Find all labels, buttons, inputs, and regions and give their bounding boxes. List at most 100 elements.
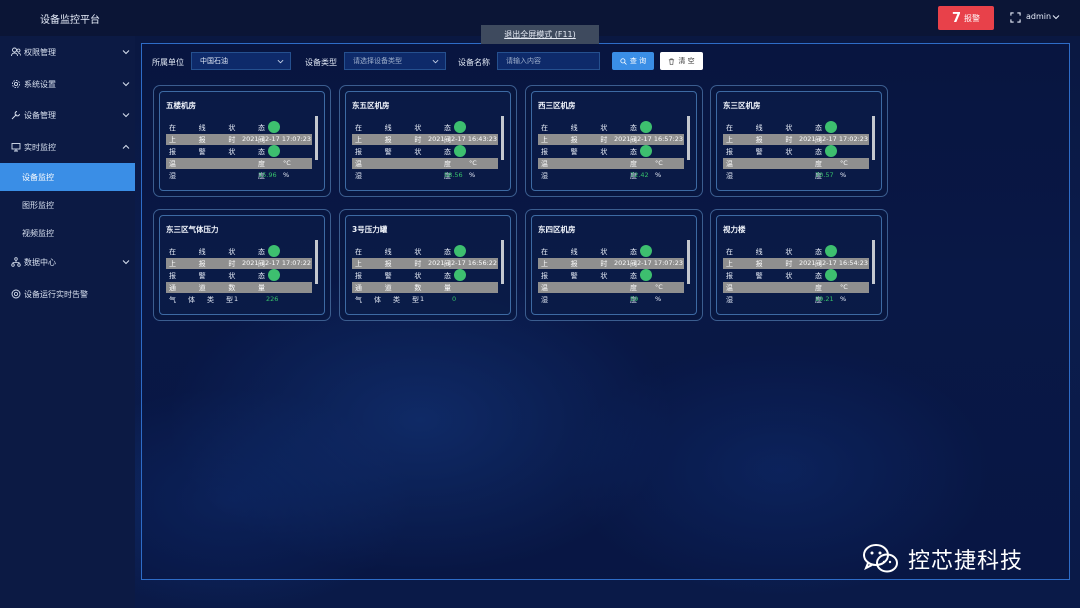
row-label-char: 数 — [228, 284, 236, 292]
humidity-row: 湿度 19.21% — [723, 294, 869, 305]
card-scrollbar[interactable] — [687, 116, 690, 160]
chevron-down-icon[interactable] — [1052, 13, 1060, 21]
row-label-char: 通 — [355, 284, 362, 292]
row-label-char: 状 — [600, 272, 608, 280]
row-label-char: 上 — [169, 260, 176, 268]
sidebar-item-system-settings[interactable]: 系统设置 — [0, 70, 135, 98]
row-label-char: 报 — [755, 136, 763, 144]
row-label: 报警状态 — [355, 271, 451, 281]
alarm-button[interactable]: 7 报警 — [938, 6, 994, 30]
card-scrollbar[interactable] — [315, 240, 318, 284]
network-icon — [11, 257, 21, 267]
trash-icon — [669, 58, 675, 65]
device-card[interactable]: 东五区机房在线状态上报时间 2021-12-17 16:43:23 报警状态温度 °C… — [339, 85, 517, 197]
sidebar-item-permissions[interactable]: 权限管理 — [0, 38, 135, 66]
humidity-value: 59 — [630, 295, 639, 303]
row-label: 湿度 — [726, 171, 822, 181]
row-label-char: 在 — [726, 124, 733, 132]
user-name[interactable]: admin — [1026, 12, 1051, 21]
alarm-status-indicator — [268, 145, 280, 157]
row-label-char: 状 — [228, 272, 236, 280]
row-label-char: 报 — [198, 260, 206, 268]
clear-button[interactable]: 清 空 — [660, 52, 703, 70]
online-status-indicator — [640, 121, 652, 133]
online-status-indicator — [825, 245, 837, 257]
fullscreen-icon[interactable] — [1010, 12, 1021, 23]
row-label-char: 态 — [257, 124, 265, 132]
alarm-status-indicator — [454, 269, 466, 281]
row-label-char: 时 — [785, 260, 793, 268]
sidebar-item-label: 系统设置 — [24, 80, 56, 89]
row-label-char: 温 — [726, 284, 733, 292]
card-scrollbar[interactable] — [687, 240, 690, 284]
row-label-char: 态 — [629, 248, 637, 256]
sidebar-item-realtime-monitoring[interactable]: 实时监控 — [0, 133, 135, 161]
sidebar-item-label: 设备运行实时告警 — [24, 290, 88, 299]
humidity-row: 湿度 58.56% — [352, 170, 498, 181]
sidebar-subitem-video-monitoring[interactable]: 视频监控 — [0, 219, 135, 247]
type-select[interactable]: 请选择设备类型 — [344, 52, 446, 70]
unit-select[interactable]: 中国石油 — [191, 52, 291, 70]
card-scrollbar[interactable] — [501, 116, 504, 160]
watermark-text: 控芯捷科技 — [908, 549, 1024, 574]
chevron-down-icon — [122, 260, 130, 265]
card-scrollbar[interactable] — [872, 116, 875, 160]
row-label-char: 湿 — [355, 172, 362, 180]
row-label-char: 态 — [814, 248, 822, 256]
report-time-row: 上报时间 2021-12-17 17:07:22 — [166, 258, 312, 269]
row-label-char: 警 — [198, 272, 206, 280]
row-label-char: 报 — [541, 148, 548, 156]
row-label-char: 态 — [629, 272, 637, 280]
row-label-char: 线 — [570, 124, 578, 132]
sidebar-item-data-center[interactable]: 数据中心 — [0, 248, 135, 276]
report-time-value: 2021-12-17 16:43:23 — [428, 135, 498, 143]
humidity-unit: % — [283, 171, 290, 179]
alarm-status-indicator — [825, 145, 837, 157]
query-button[interactable]: 查 询 — [612, 52, 654, 70]
device-name-input[interactable] — [497, 52, 600, 70]
temperature-row: 温度 °C — [538, 282, 684, 293]
sidebar-item-device-management[interactable]: 设备管理 — [0, 101, 135, 129]
card-scrollbar[interactable] — [315, 116, 318, 160]
card-scrollbar[interactable] — [501, 240, 504, 284]
device-card[interactable]: 东三区机房在线状态上报时间 2021-12-17 17:02:23 报警状态温度 °C… — [710, 85, 888, 197]
row-label-char: 警 — [384, 272, 392, 280]
report-time-value: 2021-12-17 17:07:23 — [242, 135, 312, 143]
row-label: 报警状态 — [355, 147, 451, 157]
row-label: 报警状态 — [541, 147, 637, 157]
device-card[interactable]: 3号压力罐在线状态上报时间 2021-12-17 16:56:22 报警状态通道数量… — [339, 209, 517, 321]
report-time-row: 上报时间 2021-12-17 16:43:23 — [352, 134, 498, 145]
exit-fullscreen-button[interactable]: 退出全屏模式 (F11) — [481, 25, 599, 44]
online-status-row: 在线状态 — [352, 245, 498, 257]
name-label: 设备名称 — [458, 58, 490, 67]
row-label-char: 态 — [443, 124, 451, 132]
device-card[interactable]: 东三区气体压力在线状态上报时间 2021-12-17 17:07:22 报警状态通道… — [153, 209, 331, 321]
report-time-value: 2021-12-17 17:07:22 — [242, 259, 312, 267]
row-label-char: 报 — [355, 272, 362, 280]
row-label: 湿度 — [169, 171, 265, 181]
sidebar-subitem-graphic-monitoring[interactable]: 图形监控 — [0, 191, 135, 219]
device-name: 东四区机房 — [538, 225, 576, 234]
row-label: 温度 — [541, 159, 637, 169]
device-card[interactable]: 五楼机房在线状态上报时间 2021-12-17 17:07:23 报警状态温度 °C 湿… — [153, 85, 331, 197]
device-card[interactable]: 西三区机房在线状态上报时间 2021-12-17 16:57:23 报警状态温度 °C… — [525, 85, 703, 197]
card-scrollbar[interactable] — [872, 240, 875, 284]
device-card[interactable]: 东四区机房在线状态上报时间 2021-12-17 17:07:23 报警状态温度 °C… — [525, 209, 703, 321]
row-label: 报警状态 — [726, 271, 822, 281]
alarm-status-row: 报警状态 — [723, 269, 869, 281]
humidity-value: 19.21 — [815, 295, 834, 303]
alarm-status-row: 报警状态 — [538, 145, 684, 157]
alarm-status-indicator — [640, 269, 652, 281]
sidebar-subitem-device-monitoring[interactable]: 设备监控 — [0, 163, 135, 191]
device-card[interactable]: 视力楼在线状态上报时间 2021-12-17 16:54:23 报警状态温度 °C 湿度… — [710, 209, 888, 321]
report-time-row: 上报时间 2021-12-17 17:07:23 — [538, 258, 684, 269]
online-status-row: 在线状态 — [538, 245, 684, 257]
sidebar-item-realtime-alarms[interactable]: 设备运行实时告警 — [0, 280, 135, 308]
row-label: 温度 — [169, 159, 265, 169]
row-label: 报警状态 — [169, 271, 265, 281]
row-label-char: 报 — [384, 260, 392, 268]
row-label: 湿度 — [726, 295, 822, 305]
row-label-char: 气 — [169, 296, 176, 304]
row-label-char: 上 — [355, 136, 362, 144]
row-label-char: 度 — [258, 160, 265, 168]
